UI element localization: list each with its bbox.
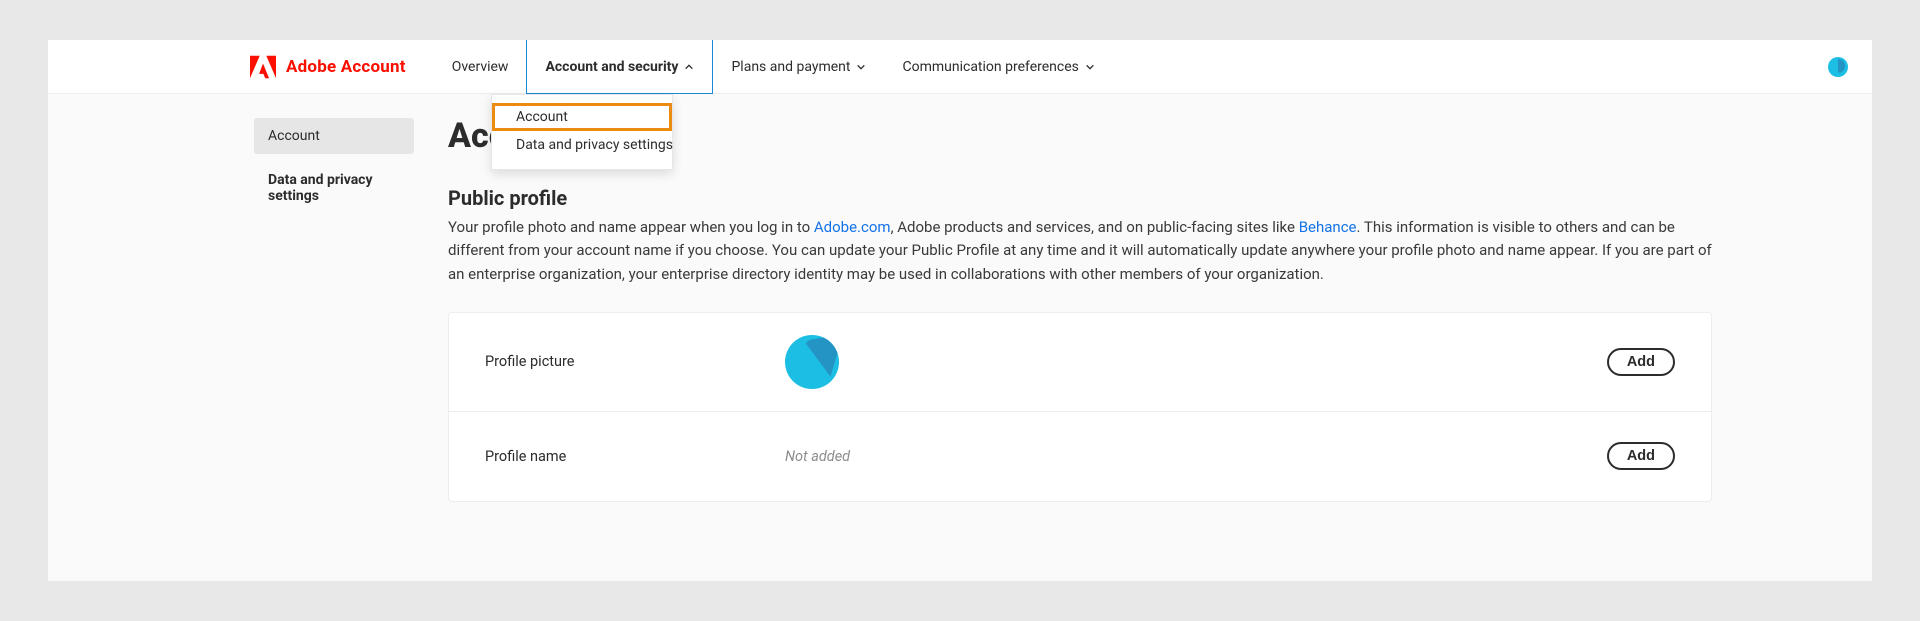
page-body: Account Data and privacy settings Accoun… bbox=[48, 94, 1872, 502]
top-nav: Adobe Account Overview Account and secur… bbox=[48, 40, 1872, 94]
nav-overview[interactable]: Overview bbox=[434, 40, 527, 93]
nav-account-security[interactable]: Account and security bbox=[526, 40, 713, 94]
profile-picture-icon bbox=[785, 335, 839, 389]
sidebar: Account Data and privacy settings bbox=[48, 118, 430, 502]
add-profile-picture-button[interactable]: Add bbox=[1607, 348, 1675, 376]
desc-part1: Your profile photo and name appear when … bbox=[448, 218, 814, 236]
sidebar-item-data-privacy[interactable]: Data and privacy settings bbox=[254, 162, 414, 214]
public-profile-description: Your profile photo and name appear when … bbox=[448, 216, 1712, 286]
nav-comm-prefs-label: Communication preferences bbox=[902, 59, 1078, 75]
public-profile-card: Profile picture Add Profile name Not add… bbox=[448, 312, 1712, 502]
add-profile-name-button[interactable]: Add bbox=[1607, 442, 1675, 470]
dropdown-item-data-privacy[interactable]: Data and privacy settings bbox=[492, 131, 672, 159]
avatar[interactable] bbox=[1828, 57, 1848, 77]
link-behance[interactable]: Behance bbox=[1299, 218, 1357, 236]
chevron-down-icon bbox=[1085, 62, 1095, 72]
sidebar-item-account[interactable]: Account bbox=[254, 118, 414, 154]
brand[interactable]: Adobe Account bbox=[48, 55, 434, 79]
nav-account-security-label: Account and security bbox=[545, 59, 678, 75]
profile-name-label: Profile name bbox=[485, 448, 785, 465]
nav-overview-label: Overview bbox=[452, 59, 509, 75]
adobe-logo-icon bbox=[250, 55, 276, 79]
chevron-down-icon bbox=[856, 62, 866, 72]
chevron-up-icon bbox=[684, 62, 694, 72]
row-profile-picture: Profile picture Add bbox=[449, 313, 1711, 411]
main-content: Account Public profile Your profile phot… bbox=[430, 118, 1872, 502]
app-window: Adobe Account Overview Account and secur… bbox=[48, 40, 1872, 581]
nav-plans-payment-label: Plans and payment bbox=[731, 59, 850, 75]
nav-communication-preferences[interactable]: Communication preferences bbox=[884, 40, 1112, 93]
desc-part2: , Adobe products and services, and on pu… bbox=[891, 218, 1299, 236]
brand-text: Adobe Account bbox=[286, 57, 406, 77]
row-profile-name: Profile name Not added Add bbox=[449, 411, 1711, 501]
account-security-dropdown: Account Data and privacy settings bbox=[491, 94, 673, 170]
link-adobe-com[interactable]: Adobe.com bbox=[814, 218, 891, 236]
nav-plans-payment[interactable]: Plans and payment bbox=[713, 40, 884, 93]
nav-items: Overview Account and security Plans and … bbox=[434, 40, 1113, 93]
profile-name-value: Not added bbox=[785, 448, 1607, 465]
profile-picture-label: Profile picture bbox=[485, 353, 785, 370]
dropdown-item-account[interactable]: Account bbox=[492, 103, 672, 131]
profile-picture-value bbox=[785, 335, 1607, 389]
public-profile-heading: Public profile bbox=[448, 186, 1712, 210]
